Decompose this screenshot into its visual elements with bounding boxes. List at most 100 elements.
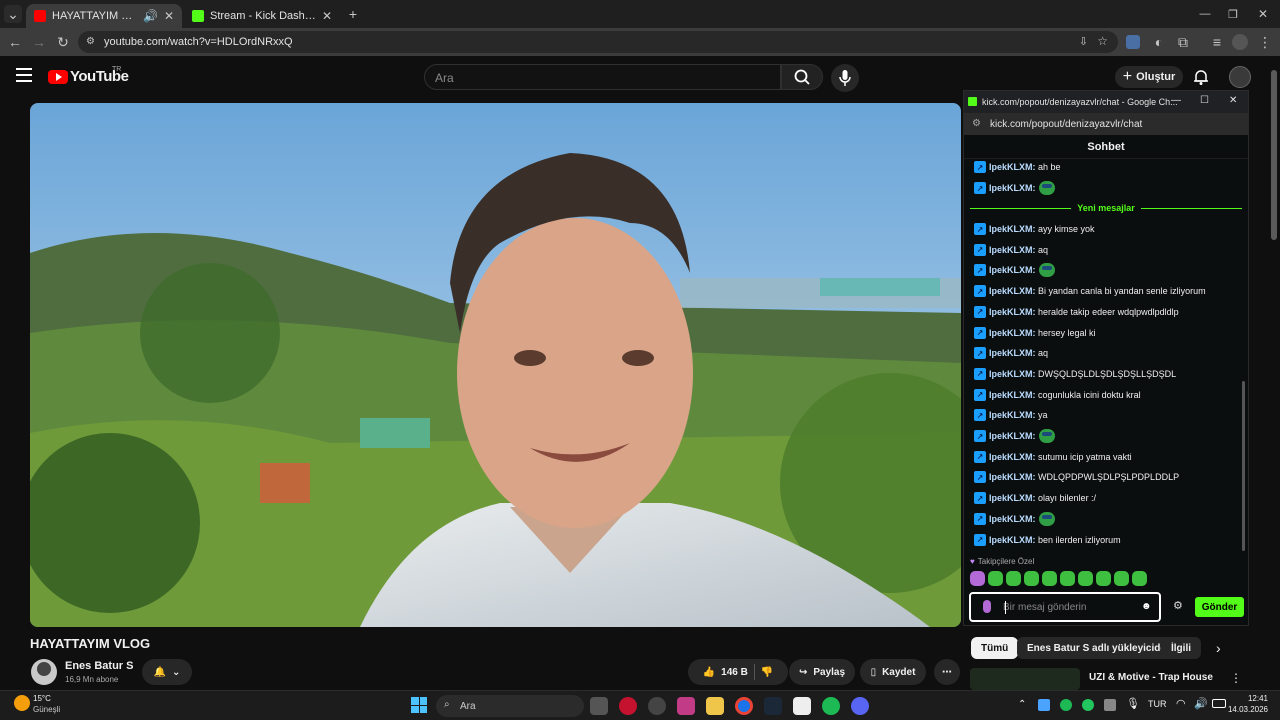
microphone-icon[interactable] [983, 600, 991, 613]
search-input[interactable]: Ara [424, 64, 781, 90]
menu-kebab-icon[interactable]: ⋮ [1256, 33, 1274, 51]
chat-username[interactable]: IpekKLXM: [989, 493, 1036, 503]
chrome-icon[interactable] [735, 697, 753, 715]
tray-app-icon-2[interactable] [1104, 699, 1116, 711]
more-actions-button[interactable]: ⋯ [934, 659, 960, 685]
chat-username[interactable]: IpekKLXM: [989, 535, 1036, 545]
notifications-bell-icon[interactable] [1192, 68, 1210, 86]
chat-username[interactable]: IpekKLXM: [989, 307, 1036, 317]
capcut-icon[interactable] [793, 697, 811, 715]
opera-icon[interactable] [619, 697, 637, 715]
chat-username[interactable]: IpekKLXM: [989, 348, 1036, 358]
tab-youtube[interactable]: HAYATTAYIM VLOG - YouTube 🔊 ✕ [26, 4, 182, 28]
chat-username[interactable]: IpekKLXM: [989, 369, 1036, 379]
chat-username[interactable]: IpekKLXM: [989, 431, 1036, 441]
steam-icon[interactable] [764, 697, 782, 715]
chat-username[interactable]: IpekKLXM: [989, 390, 1036, 400]
emoji-picker-icon[interactable]: ☻ [1141, 601, 1152, 612]
extensions-puzzle-icon[interactable]: ⧉ [1174, 33, 1192, 51]
channel-name[interactable]: Enes Batur S [65, 660, 133, 672]
site-info-icon[interactable]: ⚙ [86, 36, 98, 48]
start-windows-icon[interactable] [411, 697, 427, 713]
video-player[interactable] [30, 103, 961, 627]
tray-status-icon[interactable] [1082, 699, 1094, 711]
follower-emote-icon[interactable] [1024, 571, 1039, 586]
new-tab-icon[interactable]: + [344, 5, 362, 23]
chip-uploader[interactable]: Enes Batur S adlı yükleyiciden [1017, 637, 1183, 659]
chevron-right-icon[interactable]: › [1216, 640, 1221, 656]
tray-chevron-up-icon[interactable]: ⌃ [1018, 699, 1026, 710]
weather-sun-icon[interactable] [14, 695, 30, 711]
chip-related[interactable]: İlgili [1161, 637, 1201, 659]
tray-app-icon[interactable] [1038, 699, 1050, 711]
follower-emote-icon[interactable] [1060, 571, 1075, 586]
suggested-video-title[interactable]: UZI & Motive - Trap House [1089, 672, 1213, 683]
spotify-icon[interactable] [822, 697, 840, 715]
suggested-more-icon[interactable]: ⋮ [1230, 671, 1242, 685]
chat-message-input[interactable]: Bir mesaj gönderin ☻ [969, 592, 1161, 622]
chat-settings-gear-icon[interactable]: ⚙ [1173, 599, 1183, 612]
popup-maximize-icon[interactable]: ☐ [1200, 95, 1209, 106]
minimize-icon[interactable]: — [1196, 5, 1214, 23]
popup-close-icon[interactable]: ✕ [1229, 95, 1237, 106]
media-control-icon[interactable]: ≡ [1208, 33, 1226, 51]
close-window-icon[interactable]: ✕ [1254, 5, 1272, 23]
chat-username[interactable]: IpekKLXM: [989, 245, 1036, 255]
close-tab-icon[interactable]: ✕ [164, 9, 174, 23]
wifi-icon[interactable]: ◠ [1176, 697, 1186, 710]
task-view-icon[interactable] [590, 697, 608, 715]
maximize-icon[interactable]: ❐ [1224, 5, 1242, 23]
forward-icon[interactable]: → [30, 33, 48, 51]
clock-time[interactable]: 12:41 [1236, 694, 1268, 703]
chat-username[interactable]: IpekKLXM: [989, 328, 1036, 338]
chat-username[interactable]: IpekKLXM: [989, 162, 1036, 172]
share-button[interactable]: ↪ Paylaş [789, 659, 855, 685]
profile-avatar[interactable] [1232, 34, 1248, 50]
weather-temperature[interactable]: 15°C [33, 694, 51, 703]
thumbs-down-icon[interactable]: 👎 [761, 667, 773, 678]
follower-emote-icon[interactable] [970, 571, 985, 586]
close-tab-icon[interactable]: ✕ [322, 9, 332, 23]
tab-search-icon[interactable]: ⌄ [4, 5, 22, 23]
follower-emote-icon[interactable] [1114, 571, 1129, 586]
send-button[interactable]: Gönder [1195, 597, 1244, 617]
follower-emote-icon[interactable] [988, 571, 1003, 586]
translate-extension-icon[interactable] [1126, 35, 1140, 49]
channel-avatar[interactable] [31, 659, 57, 685]
extension-icon[interactable]: ◐ [1150, 33, 1168, 51]
create-button[interactable]: + Oluştur [1115, 66, 1183, 88]
chat-username[interactable]: IpekKLXM: [989, 224, 1036, 234]
tray-spotify-icon[interactable] [1060, 699, 1072, 711]
chat-username[interactable]: IpekKLXM: [989, 183, 1036, 193]
chat-username[interactable]: IpekKLXM: [989, 286, 1036, 296]
chat-username[interactable]: IpekKLXM: [989, 452, 1036, 462]
tray-mic-icon[interactable]: 🎙 [1126, 697, 1140, 710]
volume-icon[interactable]: 🔊 [1194, 697, 1208, 710]
app-icon-2[interactable] [677, 697, 695, 715]
weather-description[interactable]: Güneşli [33, 705, 60, 714]
follower-emote-icon[interactable] [1078, 571, 1093, 586]
suggested-thumbnail[interactable] [970, 668, 1080, 690]
save-button[interactable]: ▯ Kaydet [860, 659, 926, 685]
chip-all[interactable]: Tümü [971, 637, 1019, 659]
voice-search-button[interactable] [831, 64, 859, 92]
tab-kick-dashboard[interactable]: Stream - Kick Dashboard ✕ [184, 4, 340, 28]
chat-scrollbar[interactable] [1242, 381, 1245, 551]
search-button[interactable] [781, 64, 823, 90]
file-explorer-icon[interactable] [706, 697, 724, 715]
chat-username[interactable]: IpekKLXM: [989, 265, 1036, 275]
popup-minimize-icon[interactable]: — [1171, 95, 1181, 106]
site-settings-icon[interactable]: ⚙ [972, 118, 981, 129]
bookmark-star-icon[interactable]: ☆ [1097, 34, 1108, 48]
follower-emote-icon[interactable] [1132, 571, 1147, 586]
chat-username[interactable]: IpekKLXM: [989, 410, 1036, 420]
youtube-logo-icon[interactable] [48, 70, 68, 84]
back-icon[interactable]: ← [6, 33, 24, 51]
chat-username[interactable]: IpekKLXM: [989, 514, 1036, 524]
taskbar-search-box[interactable]: ⌕ Ara [436, 695, 584, 717]
app-icon[interactable] [648, 697, 666, 715]
follower-emote-icon[interactable] [1006, 571, 1021, 586]
speaker-icon[interactable]: 🔊 [143, 9, 158, 23]
subscription-bell-button[interactable]: 🔔 ⌄ [142, 659, 192, 685]
address-bar[interactable]: ⚙ youtube.com/watch?v=HDLOrdNRxxQ ⇩ ☆ [78, 31, 1118, 53]
